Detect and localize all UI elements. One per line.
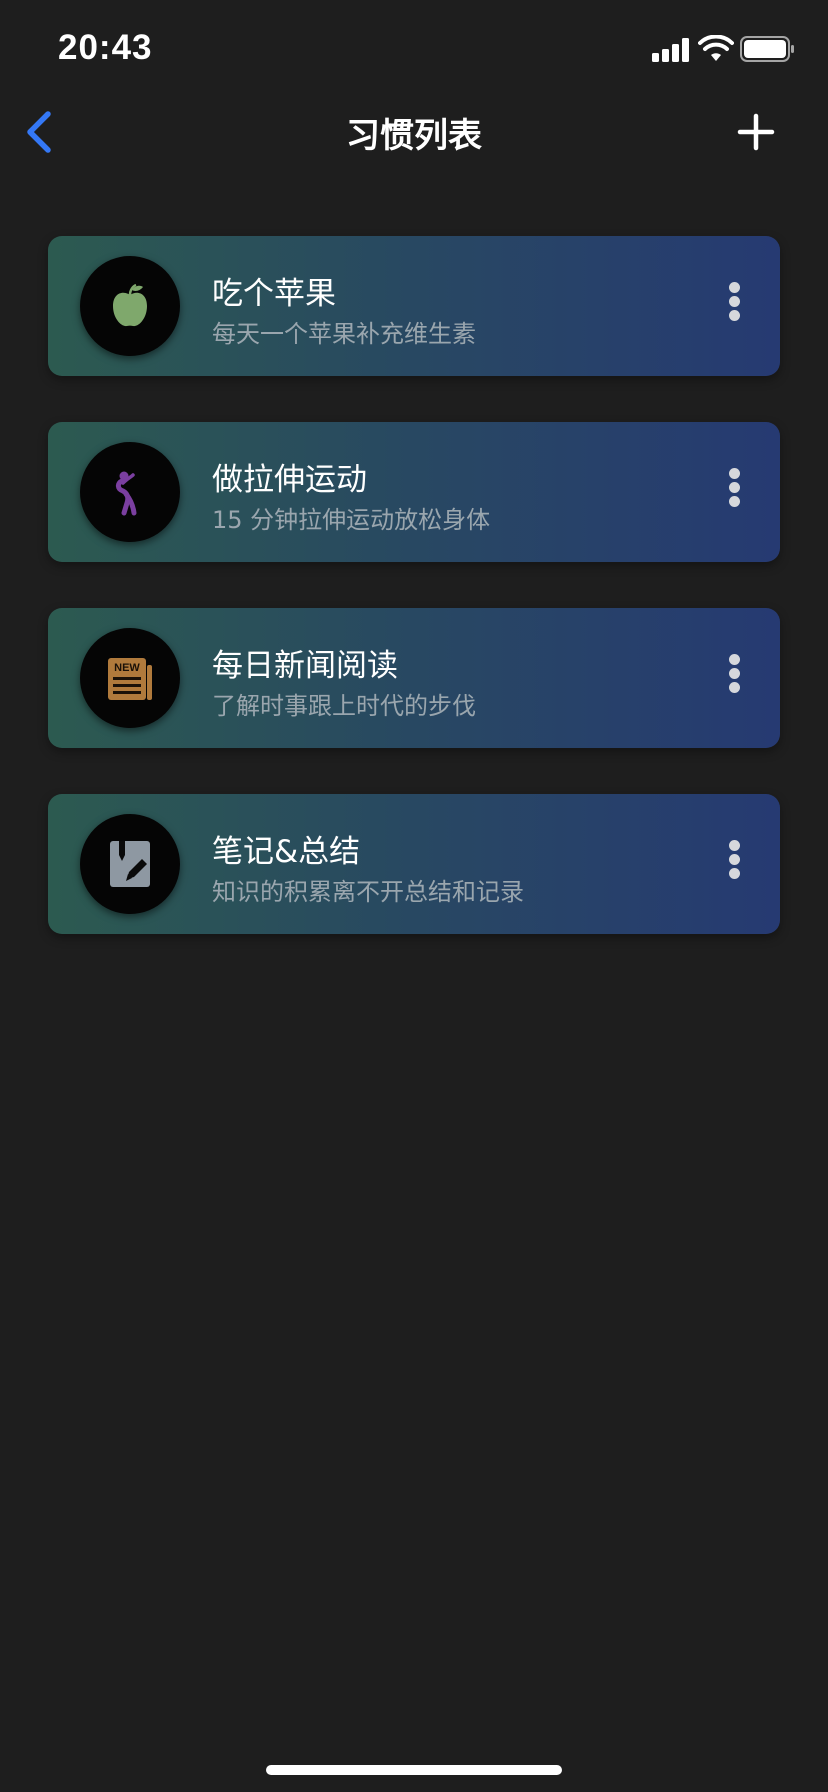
habit-avatar: NEW — [80, 628, 180, 728]
more-options-button[interactable] — [722, 840, 746, 888]
habit-card[interactable]: 做拉伸运动 15 分钟拉伸运动放松身体 — [48, 422, 780, 562]
habit-title: 笔记&总结 — [212, 834, 361, 870]
habit-subtitle: 了解时事跟上时代的步伐 — [212, 692, 476, 720]
stretching-person-icon — [115, 471, 137, 516]
habit-subtitle: 15 分钟拉伸运动放松身体 — [212, 506, 491, 534]
add-habit-button[interactable] — [736, 108, 776, 156]
habit-title: 做拉伸运动 — [212, 462, 367, 498]
habit-subtitle: 知识的积累离不开总结和记录 — [212, 878, 524, 906]
habit-title: 每日新闻阅读 — [212, 648, 398, 684]
page-title: 习惯列表 — [346, 116, 482, 156]
nav-bar: 习惯列表 — [0, 100, 828, 164]
more-options-button[interactable] — [722, 282, 746, 330]
newspaper-icon: NEW — [108, 658, 152, 700]
habit-avatar — [80, 256, 180, 356]
more-dots-icon — [728, 840, 740, 851]
habit-avatar — [80, 442, 180, 542]
more-options-button[interactable] — [722, 654, 746, 702]
notebook-pen-icon — [110, 841, 150, 887]
plus-icon — [737, 113, 775, 151]
more-options-button[interactable] — [722, 468, 746, 516]
wifi-icon — [698, 35, 734, 61]
habit-card[interactable]: 吃个苹果 每天一个苹果补充维生素 — [48, 236, 780, 376]
more-dots-icon — [728, 468, 740, 479]
home-indicator[interactable] — [266, 1765, 562, 1775]
habit-title: 吃个苹果 — [212, 276, 336, 312]
habit-card[interactable]: NEW 每日新闻阅读 了解时事跟上时代的步伐 — [48, 608, 780, 748]
habit-subtitle: 每天一个苹果补充维生素 — [212, 320, 476, 348]
battery-icon — [740, 36, 794, 62]
habit-list: 吃个苹果 每天一个苹果补充维生素 做拉伸运动 15 分钟拉伸运动放松身体 NEW… — [48, 236, 780, 980]
status-bar: 20:43 — [0, 0, 828, 100]
habit-avatar — [80, 814, 180, 914]
svg-text:NEW: NEW — [114, 662, 140, 674]
more-dots-icon — [728, 654, 740, 665]
habit-card[interactable]: 笔记&总结 知识的积累离不开总结和记录 — [48, 794, 780, 934]
status-time: 20:43 — [58, 28, 153, 67]
signal-icon — [652, 38, 689, 62]
more-dots-icon — [728, 282, 740, 293]
apple-icon — [113, 283, 147, 327]
